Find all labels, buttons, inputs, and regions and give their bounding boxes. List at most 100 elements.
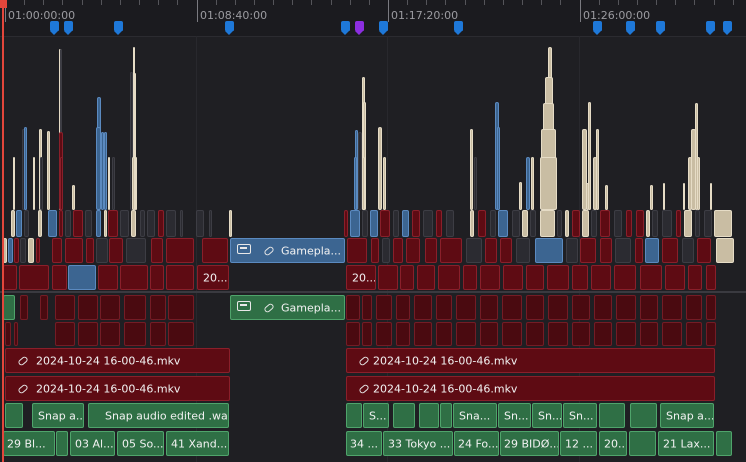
linked-audio-clip[interactable]: 2024-10-24 16-00-46.mkv [5, 376, 230, 401]
video-clip[interactable] [73, 210, 83, 237]
gameplay-audio-clip[interactable]: Gamepla... [230, 295, 345, 320]
video-clip[interactable] [13, 157, 15, 210]
video-clip[interactable] [362, 295, 372, 320]
video-clip[interactable] [535, 238, 563, 263]
video-clip[interactable] [108, 210, 118, 237]
video-clip[interactable] [650, 185, 653, 210]
timeline-marker[interactable] [454, 21, 463, 35]
video-clip[interactable] [24, 127, 27, 210]
video-clip[interactable] [676, 210, 681, 237]
video-clip[interactable] [582, 210, 589, 237]
video-clip[interactable] [36, 238, 40, 263]
music-clip[interactable]: 41 Xand... [166, 431, 229, 456]
video-clip[interactable] [474, 157, 477, 210]
video-clip[interactable] [436, 295, 452, 320]
video-clip[interactable] [180, 210, 183, 237]
video-clip[interactable] [168, 322, 194, 346]
video-clip[interactable] [640, 265, 662, 290]
video-clip[interactable] [519, 182, 522, 210]
video-clip[interactable] [470, 129, 473, 210]
audio-clip[interactable]: Sn... [563, 403, 597, 428]
video-clip[interactable] [166, 265, 194, 290]
video-clip[interactable] [3, 295, 15, 320]
linked-audio-clip[interactable]: 2024-10-24 16-00-46.mkv [5, 348, 230, 373]
video-clip[interactable] [5, 322, 11, 346]
video-clip[interactable] [688, 265, 702, 290]
audio-clip[interactable]: Snap a... [660, 403, 714, 428]
video-clip[interactable] [591, 265, 611, 290]
video-clip[interactable] [615, 238, 631, 263]
video-clip[interactable] [28, 238, 34, 263]
video-clip[interactable] [60, 157, 63, 210]
video-clip[interactable] [512, 210, 520, 237]
video-clip[interactable] [48, 210, 57, 237]
video-clip[interactable] [150, 265, 164, 290]
video-clip[interactable] [662, 322, 682, 346]
video-clip[interactable] [547, 265, 569, 290]
video-clip[interactable] [406, 238, 420, 263]
video-clip[interactable] [572, 295, 590, 320]
video-clip[interactable] [96, 210, 101, 237]
video-clip[interactable] [38, 210, 42, 237]
music-clip[interactable] [56, 431, 68, 456]
video-clip[interactable] [166, 238, 194, 263]
track-divider[interactable] [0, 291, 746, 293]
video-clip[interactable] [616, 322, 636, 346]
video-clip[interactable] [466, 238, 482, 263]
video-clip[interactable] [166, 210, 176, 237]
video-clip[interactable] [108, 157, 110, 210]
music-clip[interactable]: 33 Tokyo ... [383, 431, 453, 456]
video-clip[interactable] [78, 295, 98, 320]
video-clip[interactable] [20, 295, 28, 320]
timeline-marker[interactable] [114, 21, 123, 35]
video-clip[interactable] [393, 238, 403, 263]
video-clip[interactable] [396, 322, 410, 346]
video-clip[interactable] [636, 210, 644, 237]
video-clip[interactable] [376, 295, 392, 320]
video-clip[interactable] [596, 129, 599, 210]
video-clip[interactable] [98, 265, 118, 290]
video-clip[interactable] [140, 210, 145, 237]
audio-clip[interactable]: Snap a... [32, 403, 84, 428]
video-clip[interactable] [706, 265, 716, 290]
video-clip[interactable] [96, 238, 108, 263]
video-clip[interactable] [100, 322, 120, 346]
video-clip[interactable] [362, 157, 365, 210]
video-clip[interactable] [662, 238, 678, 263]
video-clip[interactable] [706, 295, 716, 320]
video-clip[interactable] [605, 185, 608, 210]
video-clip[interactable] [502, 295, 522, 320]
audio-clip[interactable]: Sn... [498, 403, 531, 428]
video-clip[interactable] [52, 238, 62, 263]
video-clip[interactable] [382, 238, 390, 263]
timeline-marker[interactable] [225, 21, 234, 35]
video-clip[interactable] [566, 238, 578, 263]
video-clip[interactable] [40, 295, 48, 320]
video-clip[interactable] [120, 265, 148, 290]
video-clip[interactable] [640, 322, 658, 346]
video-clip[interactable] [55, 322, 75, 346]
timeline-marker[interactable] [656, 21, 665, 35]
video-clip[interactable] [706, 322, 716, 346]
video-clip[interactable] [485, 238, 497, 263]
video-clip[interactable] [436, 322, 452, 346]
video-clip[interactable] [463, 265, 477, 290]
timeline-marker[interactable] [593, 21, 602, 35]
audio-clip[interactable]: Sn... [532, 403, 562, 428]
video-clip[interactable] [548, 322, 568, 346]
music-clip[interactable] [629, 431, 656, 456]
video-clip[interactable] [147, 210, 155, 237]
video-clip[interactable] [616, 295, 636, 320]
video-clip[interactable] [695, 210, 700, 237]
timeline-marker[interactable] [64, 21, 73, 35]
video-clip[interactable] [72, 185, 75, 210]
video-clip[interactable] [209, 210, 212, 237]
video-clip[interactable] [591, 210, 597, 237]
timeline-marker[interactable] [626, 21, 635, 35]
music-clip[interactable]: 29 BIDØ... [500, 431, 559, 456]
video-clip[interactable] [456, 322, 476, 346]
music-clip[interactable]: 05 So... [117, 431, 164, 456]
video-clip[interactable] [684, 210, 692, 237]
audio-clip[interactable] [419, 403, 439, 428]
video-clip[interactable] [196, 210, 204, 237]
